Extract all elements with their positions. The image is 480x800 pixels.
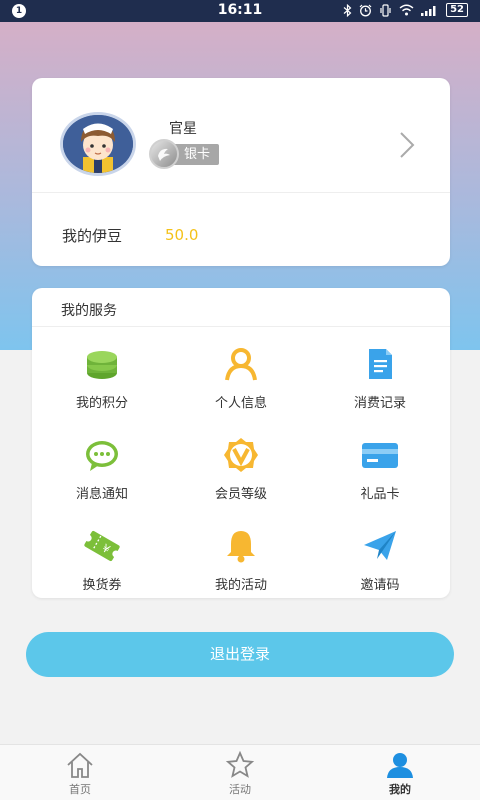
divider — [32, 192, 450, 193]
bottom-nav: 首页 活动 我的 — [0, 744, 480, 800]
service-invite-code[interactable]: 邀请码 — [310, 520, 450, 600]
service-label: 消息通知 — [75, 487, 128, 502]
status-bar: 1 16:11 52 — [0, 0, 480, 22]
card-icon — [360, 435, 400, 475]
service-label: 消费记录 — [353, 396, 406, 411]
user-name: 官星 — [169, 121, 197, 137]
coin-stack-icon — [82, 344, 122, 384]
service-membership[interactable]: 会员等级 — [171, 429, 311, 509]
nav-item-home[interactable]: 首页 — [0, 745, 160, 800]
star-icon — [225, 750, 255, 778]
service-vouchers[interactable]: ¥ 换货券 — [32, 520, 172, 600]
logout-button[interactable]: 退出登录 — [26, 632, 454, 677]
signal-icon — [421, 6, 436, 16]
service-gift-card[interactable]: 礼品卡 — [310, 429, 450, 509]
service-activities[interactable]: 我的活动 — [171, 520, 311, 600]
points-value: 50.0 — [165, 226, 199, 244]
wifi-icon — [399, 4, 414, 16]
service-records[interactable]: 消费记录 — [310, 338, 450, 418]
service-label: 我的积分 — [75, 396, 128, 411]
points-label: 我的伊豆 — [62, 227, 123, 245]
vibrate-icon — [380, 3, 391, 17]
nav-label: 活动 — [229, 783, 251, 796]
avatar-illustration — [63, 115, 133, 173]
medal-icon — [149, 139, 179, 169]
avatar[interactable] — [60, 112, 136, 176]
nav-item-mine[interactable]: 我的 — [320, 745, 480, 800]
divider — [32, 326, 450, 327]
paper-plane-icon — [360, 526, 400, 566]
service-label: 邀请码 — [360, 578, 400, 593]
battery-icon: 52 — [446, 3, 468, 17]
vip-badge-icon — [221, 435, 261, 475]
service-label: 我的活动 — [214, 578, 267, 593]
chevron-right-icon[interactable] — [398, 130, 416, 160]
service-label: 礼品卡 — [360, 487, 400, 502]
home-icon — [67, 752, 93, 778]
user-icon — [387, 753, 413, 778]
bell-icon — [221, 526, 261, 566]
service-label: 会员等级 — [214, 487, 267, 502]
member-level-badge: 银卡 — [172, 144, 220, 165]
nav-item-activities[interactable]: 活动 — [160, 745, 320, 800]
alarm-icon — [359, 4, 372, 16]
document-icon — [360, 344, 400, 384]
bluetooth-icon — [343, 3, 352, 17]
nav-label: 我的 — [389, 783, 411, 796]
chat-bubble-icon — [82, 435, 122, 475]
service-profile[interactable]: 个人信息 — [171, 338, 311, 418]
service-messages[interactable]: 消息通知 — [32, 429, 172, 509]
service-label: 换货券 — [82, 578, 122, 593]
nav-label: 首页 — [69, 783, 91, 796]
services-card: 我的服务 我的积分 个人信息 消费记录 消息通知 会员等级 礼品卡 ¥ 换货券 … — [32, 288, 450, 598]
status-icons: 52 — [343, 3, 468, 17]
ticket-icon: ¥ — [82, 526, 122, 566]
services-title: 我的服务 — [61, 303, 117, 319]
profile-card[interactable]: 官星 银卡 我的伊豆 50.0 — [32, 78, 450, 266]
person-icon — [221, 344, 261, 384]
service-label: 个人信息 — [214, 396, 267, 411]
service-points[interactable]: 我的积分 — [32, 338, 172, 418]
